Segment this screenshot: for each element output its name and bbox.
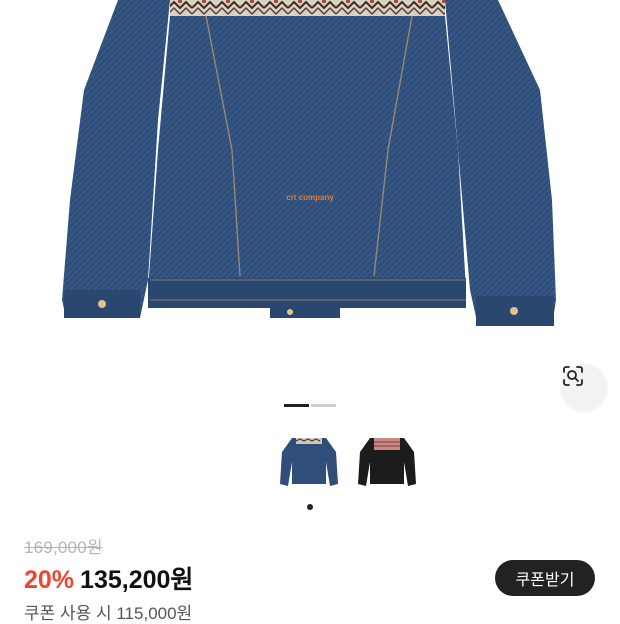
blue-jacket-image [280,438,338,486]
selected-thumbnail-dot [307,504,313,510]
thumbnail-black-jacket[interactable] [356,432,418,494]
coupon-price-note: 쿠폰 사용 시 115,000원 [24,604,193,623]
product-main-image: crt company [62,0,556,326]
sale-price: 135,200원 [80,566,194,594]
carousel-pager [284,404,336,407]
black-jacket-image [358,438,416,486]
discount-rate: 20% [24,566,75,594]
thumbnail-blue-jacket[interactable] [278,432,340,494]
pager-indicator-1 [284,404,309,407]
product-image-carousel[interactable]: crt company [0,0,620,410]
original-price: 169,000원 [24,538,103,557]
get-coupon-button[interactable]: 쿠폰받기 [495,560,595,596]
image-search-button[interactable] [561,364,607,410]
image-search-icon [563,366,583,386]
embroidery-label: crt company [286,193,334,202]
color-thumbnail-list [278,432,418,494]
pager-indicator-2 [311,404,336,407]
price-row: 20% 135,200원 [24,560,193,596]
